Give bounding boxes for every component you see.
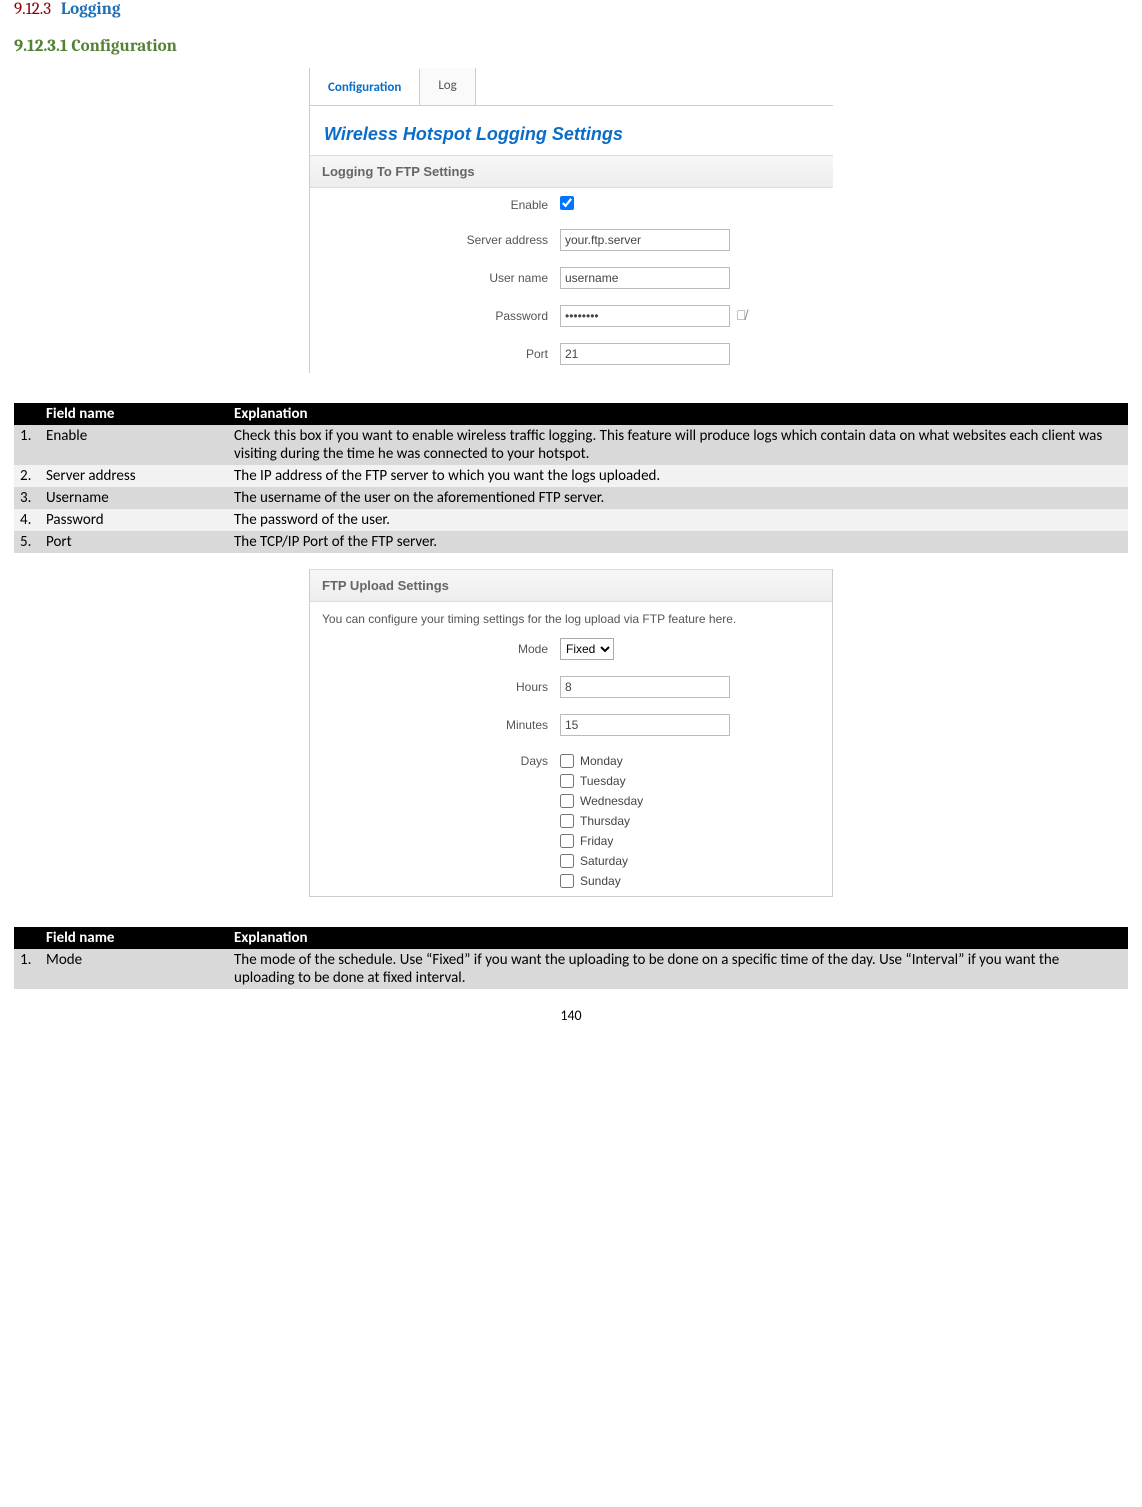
day-row: Wednesday (560, 794, 818, 808)
label-days: Days (310, 752, 560, 768)
table-row: 3. Username The username of the user on … (14, 487, 1128, 509)
cell-exp: The TCP/IP Port of the FTP server. (228, 531, 1128, 553)
cell-field: Port (40, 531, 228, 553)
input-hours[interactable] (560, 676, 730, 698)
heading-9-12-3-1: 9.12.3.1 Configuration (14, 37, 1128, 56)
day-row: Saturday (560, 854, 818, 868)
cell-num: 2. (14, 465, 40, 487)
cell-exp: The password of the user. (228, 509, 1128, 531)
table-row: 5. Port The TCP/IP Port of the FTP serve… (14, 531, 1128, 553)
label-username: User name (310, 271, 560, 285)
table-row: 1. Enable Check this box if you want to … (14, 425, 1128, 465)
table-header-row: Field name Explanation (14, 403, 1128, 425)
day-row: Monday (560, 754, 818, 768)
input-password[interactable] (560, 305, 730, 327)
cell-num: 4. (14, 509, 40, 531)
col-explanation: Explanation (228, 403, 1128, 425)
ftp-upload-description: You can configure your timing settings f… (310, 602, 832, 630)
tab-log[interactable]: Log (420, 68, 475, 105)
col-field-name: Field name (40, 403, 228, 425)
cell-num: 3. (14, 487, 40, 509)
label-mode: Mode (310, 642, 560, 656)
table-header-row: Field name Explanation (14, 927, 1128, 949)
day-label: Saturday (580, 854, 628, 868)
label-minutes: Minutes (310, 718, 560, 732)
heading-title: Logging (61, 0, 121, 19)
cell-exp: Check this box if you want to enable wir… (228, 425, 1128, 465)
row-port: Port (310, 335, 833, 373)
day-label: Monday (580, 754, 623, 768)
label-server: Server address (310, 233, 560, 247)
row-hours: Hours (310, 668, 832, 706)
col-blank (14, 403, 40, 425)
day-row: Sunday (560, 874, 818, 888)
checkbox-day-saturday[interactable] (560, 854, 574, 868)
input-username[interactable] (560, 267, 730, 289)
panel-ftp-upload: FTP Upload Settings You can configure yo… (309, 569, 833, 897)
day-row: Tuesday (560, 774, 818, 788)
row-mode: Mode Fixed (310, 630, 832, 668)
panel-title: Wireless Hotspot Logging Settings (310, 106, 833, 155)
checkbox-enable[interactable] (560, 196, 574, 210)
col-field-name: Field name (40, 927, 228, 949)
row-enable: Enable (310, 188, 833, 221)
checkbox-day-wednesday[interactable] (560, 794, 574, 808)
tabs: Configuration Log (310, 68, 833, 106)
table-row: 4. Password The password of the user. (14, 509, 1128, 531)
day-label: Thursday (580, 814, 630, 828)
row-server: Server address (310, 221, 833, 259)
label-port: Port (310, 347, 560, 361)
label-enable: Enable (310, 198, 560, 212)
table-row: 1. Mode The mode of the schedule. Use “F… (14, 949, 1128, 989)
cell-num: 5. (14, 531, 40, 553)
section-header-ftp: Logging To FTP Settings (310, 155, 833, 188)
page-number: 140 (14, 1007, 1128, 1024)
select-mode[interactable]: Fixed (560, 638, 614, 660)
cell-num: 1. (14, 425, 40, 465)
label-password: Password (310, 309, 560, 323)
input-port[interactable] (560, 343, 730, 365)
day-label: Sunday (580, 874, 621, 888)
days-list: Monday Tuesday Wednesday Thursday Friday… (560, 752, 818, 888)
panel-logging: Configuration Log Wireless Hotspot Loggi… (309, 68, 833, 373)
cell-exp: The mode of the schedule. Use “Fixed” if… (228, 949, 1128, 989)
checkbox-day-sunday[interactable] (560, 874, 574, 888)
cell-num: 1. (14, 949, 40, 989)
day-label: Friday (580, 834, 613, 848)
table-ftp-upload-fields: Field name Explanation 1. Mode The mode … (14, 927, 1128, 989)
label-hours: Hours (310, 680, 560, 694)
checkbox-day-thursday[interactable] (560, 814, 574, 828)
cell-field: Password (40, 509, 228, 531)
day-label: Tuesday (580, 774, 626, 788)
reveal-password-icon[interactable]: 👁̸ (736, 307, 747, 323)
row-minutes: Minutes (310, 706, 832, 744)
row-days: Days Monday Tuesday Wednesday Thursday F… (310, 744, 832, 896)
cell-field: Mode (40, 949, 228, 989)
screenshot-logging-settings: Configuration Log Wireless Hotspot Loggi… (14, 68, 1128, 373)
input-minutes[interactable] (560, 714, 730, 736)
checkbox-day-monday[interactable] (560, 754, 574, 768)
input-server-address[interactable] (560, 229, 730, 251)
tab-configuration[interactable]: Configuration (310, 68, 420, 105)
day-row: Thursday (560, 814, 818, 828)
section-header-ftp-upload: FTP Upload Settings (310, 569, 832, 602)
heading-number: 9.12.3 (14, 0, 51, 19)
cell-exp: The IP address of the FTP server to whic… (228, 465, 1128, 487)
row-password: Password 👁̸ (310, 297, 833, 335)
table-row: 2. Server address The IP address of the … (14, 465, 1128, 487)
cell-field: Server address (40, 465, 228, 487)
heading-9-12-3: 9.12.3 Logging (14, 0, 1128, 19)
table-logging-fields: Field name Explanation 1. Enable Check t… (14, 403, 1128, 553)
day-label: Wednesday (580, 794, 643, 808)
cell-field: Enable (40, 425, 228, 465)
day-row: Friday (560, 834, 818, 848)
col-explanation: Explanation (228, 927, 1128, 949)
cell-exp: The username of the user on the aforemen… (228, 487, 1128, 509)
checkbox-day-friday[interactable] (560, 834, 574, 848)
row-username: User name (310, 259, 833, 297)
checkbox-day-tuesday[interactable] (560, 774, 574, 788)
cell-field: Username (40, 487, 228, 509)
screenshot-ftp-upload: FTP Upload Settings You can configure yo… (14, 569, 1128, 897)
col-blank (14, 927, 40, 949)
